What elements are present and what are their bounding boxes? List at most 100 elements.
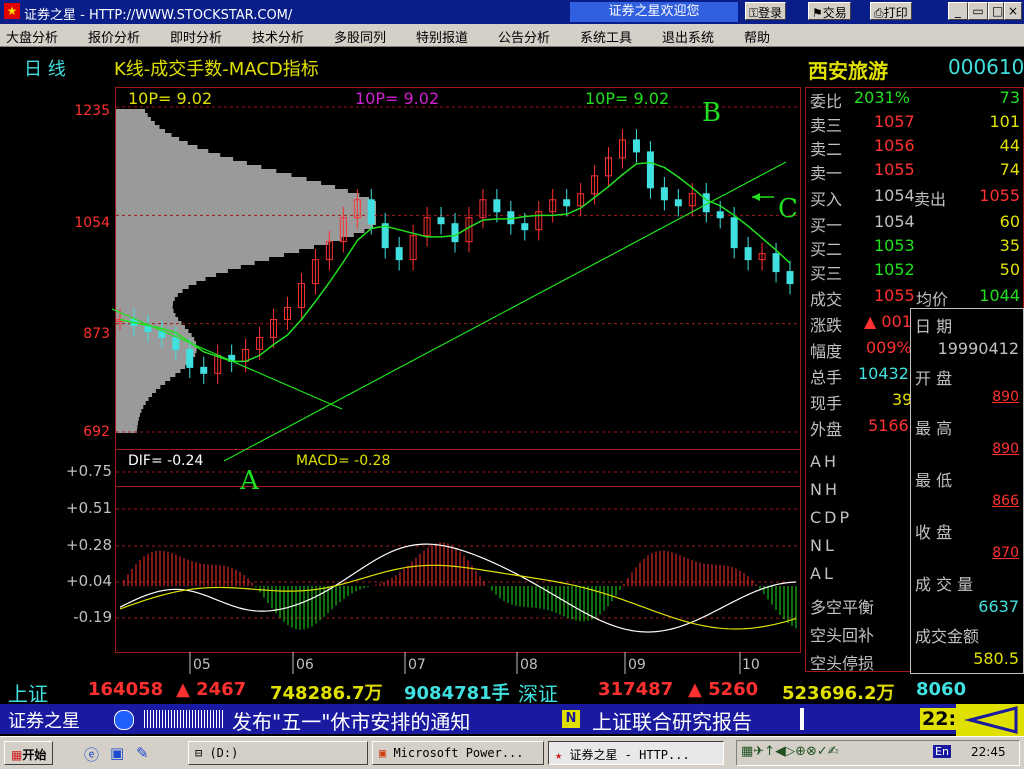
macd-label: MACD= -0.28: [296, 453, 390, 469]
volume-profile-bar: [116, 241, 329, 245]
volume-profile-bar: [116, 329, 189, 333]
month-06: 06: [296, 657, 314, 673]
taskbar-drive[interactable]: ⊟ (D:): [188, 741, 368, 765]
welcome-banner: 证券之星欢迎您: [570, 2, 738, 22]
index-ticker: 上证 164058 ▲ 2467 748286.7万 9084781手 深证 3…: [0, 675, 1024, 706]
volume-profile-bar: [116, 221, 376, 225]
news-cursor: [800, 708, 804, 730]
buy3-row: 买三 1052 50: [810, 260, 1020, 283]
login-button[interactable]: ⚿登录: [745, 2, 787, 20]
volume-profile-bar: [116, 193, 360, 197]
volume-profile-bar: [116, 301, 174, 305]
candle-body: [563, 199, 571, 207]
volume-profile-bar: [116, 345, 197, 349]
candle-body: [507, 211, 515, 225]
volume-profile-bar: [116, 177, 307, 181]
flag-icon[interactable]: ★: [4, 3, 20, 19]
menu-exit[interactable]: 退出系统: [662, 27, 714, 46]
sh-change: ▲ 2467: [176, 679, 247, 700]
volume-profile-bar: [116, 165, 262, 169]
volume-profile-bar: [116, 385, 161, 389]
volume-profile-bar: [116, 381, 166, 385]
volume-profile-bar: [116, 237, 342, 241]
ie-icon[interactable]: ⓔ: [84, 744, 99, 765]
macd-tick-3: +0.04: [66, 572, 112, 590]
back-arrow-button[interactable]: [956, 704, 1024, 736]
volume-profile-bar: [116, 401, 146, 405]
close-button[interactable]: ×: [1004, 2, 1022, 20]
volume-profile-bar: [116, 261, 255, 265]
macd-bars: [123, 542, 797, 630]
print-button[interactable]: ⎙打印: [870, 2, 912, 20]
volume-profile-bar: [116, 389, 156, 393]
popup-open-label: 开 盘: [915, 369, 953, 388]
volume-profile-bar: [116, 285, 189, 289]
popup-amount-value: 580.5: [973, 649, 1019, 668]
stock-code: 000610: [948, 55, 1024, 79]
volume-profile-bar: [116, 297, 175, 301]
volume-profile-bar: [116, 197, 370, 201]
edit-icon[interactable]: ✎: [136, 744, 149, 762]
volume-profile-bar: [116, 249, 300, 253]
macd-lines: [119, 543, 797, 633]
c-pointer-arrowhead: [752, 193, 760, 201]
menu-help[interactable]: 帮助: [744, 27, 770, 46]
news-headline-1[interactable]: 发布"五一"休市安排的通知: [232, 706, 470, 735]
candle-body: [451, 223, 459, 243]
candle-body: [493, 199, 501, 213]
ratio-row: 委比 2031% 73: [810, 88, 1020, 111]
lang-indicator[interactable]: En: [933, 745, 951, 758]
menu-realtime[interactable]: 即时分析: [170, 27, 222, 46]
volume-profile-bar: [116, 425, 138, 429]
maximize-button[interactable]: □: [988, 2, 1004, 20]
ma2-label: 10P= 9.02: [355, 89, 439, 108]
menu-technical[interactable]: 技术分析: [252, 27, 304, 46]
price-chart[interactable]: 10P= 9.02 10P= 9.02 10P= 9.02 1235 1054 …: [0, 47, 800, 677]
popup-low-value: 866: [992, 493, 1019, 509]
sz-volume: 8060: [916, 679, 967, 700]
sell3-row: 卖三 1057 101: [810, 112, 1020, 135]
range-row: 幅度 009%: [810, 338, 912, 361]
volume-profile-bar: [116, 277, 206, 281]
popup-date-value: 19990412: [937, 339, 1019, 358]
tray-icons[interactable]: ▦✈↑◀▷⊕⊗✓✍: [741, 744, 839, 759]
volume-profile-bar: [116, 201, 376, 205]
menu-system-tools[interactable]: 系统工具: [580, 27, 632, 46]
volume-profile-bar: [116, 429, 137, 433]
brand-label[interactable]: 证券之星: [8, 707, 80, 733]
price-tick-1235: 1235: [74, 103, 110, 119]
volume-profile-bar: [116, 269, 228, 273]
taskbar-stockstar[interactable]: ★ 证券之星 - HTTP...: [548, 741, 724, 765]
candle-body: [367, 199, 375, 225]
minimize-button[interactable]: _: [948, 2, 968, 20]
volume-profile-bar: [116, 305, 173, 309]
window-title: 证券之星 - HTTP://WWW.STOCKSTAR.COM/: [24, 8, 293, 23]
volume-profile-bar: [116, 129, 166, 133]
volume-profile-bar: [116, 181, 322, 185]
menu-market[interactable]: 大盘分析: [6, 27, 58, 46]
menu-quotes[interactable]: 报价分析: [88, 27, 140, 46]
candle-body: [646, 151, 654, 189]
macd-tick-4: -0.19: [73, 608, 112, 626]
menu-bar: 大盘分析 报价分析 即时分析 技术分析 多股同列 特别报道 公告分析 系统工具 …: [0, 24, 1024, 47]
volume-profile-bar: [116, 109, 146, 113]
menu-announcement[interactable]: 公告分析: [498, 27, 550, 46]
volume-profile-bar: [116, 289, 183, 293]
annotation-b: B: [702, 98, 721, 128]
trade-button[interactable]: ⚑交易: [808, 2, 851, 20]
volume-profile-bar: [116, 365, 186, 369]
volume-profile-bar: [116, 189, 348, 193]
sell1-row: 卖一 1055 74: [810, 160, 1020, 183]
restore-button[interactable]: ▭: [968, 2, 988, 20]
indicator-al: AL: [810, 564, 836, 583]
volume-profile-bar: [116, 253, 285, 257]
desktop-icon[interactable]: ▣: [110, 744, 124, 762]
volume-profile-bar: [116, 173, 292, 177]
menu-special[interactable]: 特别报道: [416, 27, 468, 46]
start-button[interactable]: ▦开始: [4, 741, 54, 765]
menu-multistock[interactable]: 多股同列: [334, 27, 386, 46]
signal-balance: 多空平衡: [810, 598, 875, 617]
news-headline-2[interactable]: 上证联合研究报告: [592, 706, 752, 735]
printer-icon: ⎙: [874, 6, 884, 20]
taskbar-powerpoint[interactable]: ▣ Microsoft Power...: [372, 741, 544, 765]
